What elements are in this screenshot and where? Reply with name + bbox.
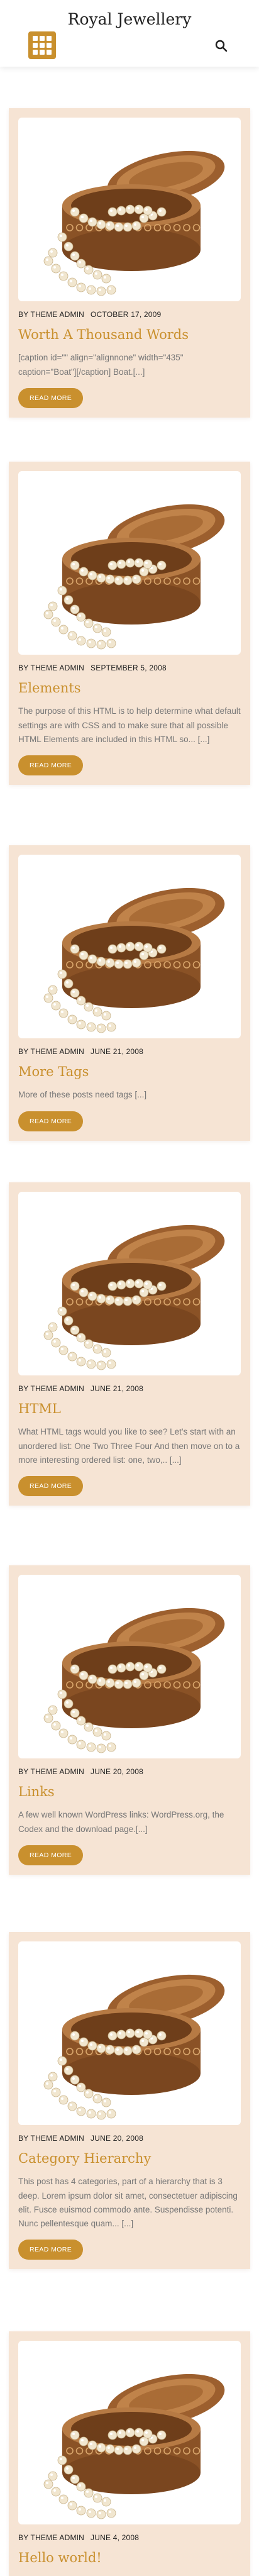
jewellery-box-image (43, 150, 225, 296)
post-title[interactable]: HTML (18, 1401, 241, 1418)
post-thumbnail[interactable] (18, 118, 241, 301)
post-card: BY THEME ADMIN OCTOBER 17, 2009 Worth A T… (9, 108, 250, 418)
post-author[interactable]: BY THEME ADMIN (18, 1047, 84, 1056)
post-title[interactable]: Worth A Thousand Words (18, 326, 241, 343)
site-header: Royal Jewellery (0, 0, 259, 67)
read-more-button[interactable]: READ MORE (18, 387, 84, 408)
read-more-button[interactable]: READ MORE (18, 1111, 84, 1131)
read-more-button[interactable]: READ MORE (18, 2240, 84, 2260)
post-meta: BY THEME ADMIN SEPTEMBER 5, 2008 (18, 663, 241, 672)
post-card: BY THEME ADMIN JUNE 20, 2008 Category Hie… (9, 1932, 250, 2270)
post-meta: BY THEME ADMIN JUNE 4, 2008 (18, 2533, 241, 2542)
post-meta: BY THEME ADMIN JUNE 21, 2008 (18, 1384, 241, 1393)
post-card: BY THEME ADMIN JUNE 20, 2008 Links A few … (9, 1565, 250, 1875)
jewellery-box-image (43, 1974, 225, 2120)
post-meta: BY THEME ADMIN JUNE 20, 2008 (18, 2134, 241, 2143)
post-author[interactable]: BY THEME ADMIN (18, 310, 84, 319)
post-author[interactable]: BY THEME ADMIN (18, 2533, 84, 2542)
post-meta: BY THEME ADMIN OCTOBER 17, 2009 (18, 310, 241, 319)
post-date[interactable]: JUNE 20, 2008 (91, 2134, 143, 2143)
post-author[interactable]: BY THEME ADMIN (18, 2134, 84, 2143)
post-excerpt: What HTML tags would you like to see? Le… (18, 1427, 240, 1465)
post-thumbnail[interactable] (18, 855, 241, 1038)
post-card: BY THEME ADMIN JUNE 21, 2008 More Tags Mo… (9, 845, 250, 1141)
post-meta: BY THEME ADMIN JUNE 20, 2008 (18, 1767, 241, 1776)
post-thumbnail[interactable] (18, 1941, 241, 2125)
post-thumbnail[interactable] (18, 2341, 241, 2524)
post-date[interactable]: JUNE 21, 2008 (91, 1384, 143, 1393)
post-excerpt: More of these posts need tags [...] (18, 1090, 147, 1100)
post-author[interactable]: BY THEME ADMIN (18, 1384, 84, 1393)
post-title[interactable]: Hello world! (18, 2550, 241, 2567)
search-icon[interactable] (214, 39, 228, 53)
post-title[interactable]: Elements (18, 680, 241, 697)
post-thumbnail[interactable] (18, 1575, 241, 1758)
jewellery-box-image (43, 2373, 225, 2519)
post-card: BY THEME ADMIN SEPTEMBER 5, 2008 Elements… (9, 462, 250, 786)
post-author[interactable]: BY THEME ADMIN (18, 663, 84, 672)
read-more-button[interactable]: READ MORE (18, 1476, 84, 1497)
jewellery-box-image (43, 1224, 225, 1370)
post-date[interactable]: OCTOBER 17, 2009 (91, 310, 161, 319)
post-title[interactable]: Category Hierarchy (18, 2150, 241, 2167)
grid-menu-icon[interactable] (28, 31, 56, 59)
post-date[interactable]: JUNE 4, 2008 (91, 2533, 139, 2542)
jewellery-box-image (43, 1607, 225, 1753)
post-excerpt: This post has 4 categories, part of a hi… (18, 2177, 238, 2229)
post-title[interactable]: Links (18, 1784, 241, 1801)
jewellery-box-image (43, 504, 225, 650)
post-date[interactable]: JUNE 21, 2008 (91, 1047, 143, 1056)
post-thumbnail[interactable] (18, 471, 241, 655)
post-thumbnail[interactable] (18, 1192, 241, 1375)
post-meta: BY THEME ADMIN JUNE 21, 2008 (18, 1047, 241, 1056)
jewellery-box-image (43, 887, 225, 1033)
read-more-button[interactable]: READ MORE (18, 755, 84, 776)
post-excerpt: The purpose of this HTML is to help dete… (18, 706, 241, 744)
site-title[interactable]: Royal Jewellery (0, 10, 259, 28)
post-title[interactable]: More Tags (18, 1063, 241, 1080)
post-date[interactable]: JUNE 20, 2008 (91, 1767, 143, 1776)
post-author[interactable]: BY THEME ADMIN (18, 1767, 84, 1776)
post-date[interactable]: SEPTEMBER 5, 2008 (91, 663, 167, 672)
post-card: BY THEME ADMIN JUNE 4, 2008 Hello world! (9, 2331, 250, 2576)
read-more-button[interactable]: READ MORE (18, 1845, 84, 1865)
post-excerpt: A few well known WordPress links: WordPr… (18, 1810, 224, 1834)
post-card: BY THEME ADMIN JUNE 21, 2008 HTML What HT… (9, 1182, 250, 1506)
post-excerpt: [caption id="" align="alignnone" width="… (18, 353, 184, 377)
